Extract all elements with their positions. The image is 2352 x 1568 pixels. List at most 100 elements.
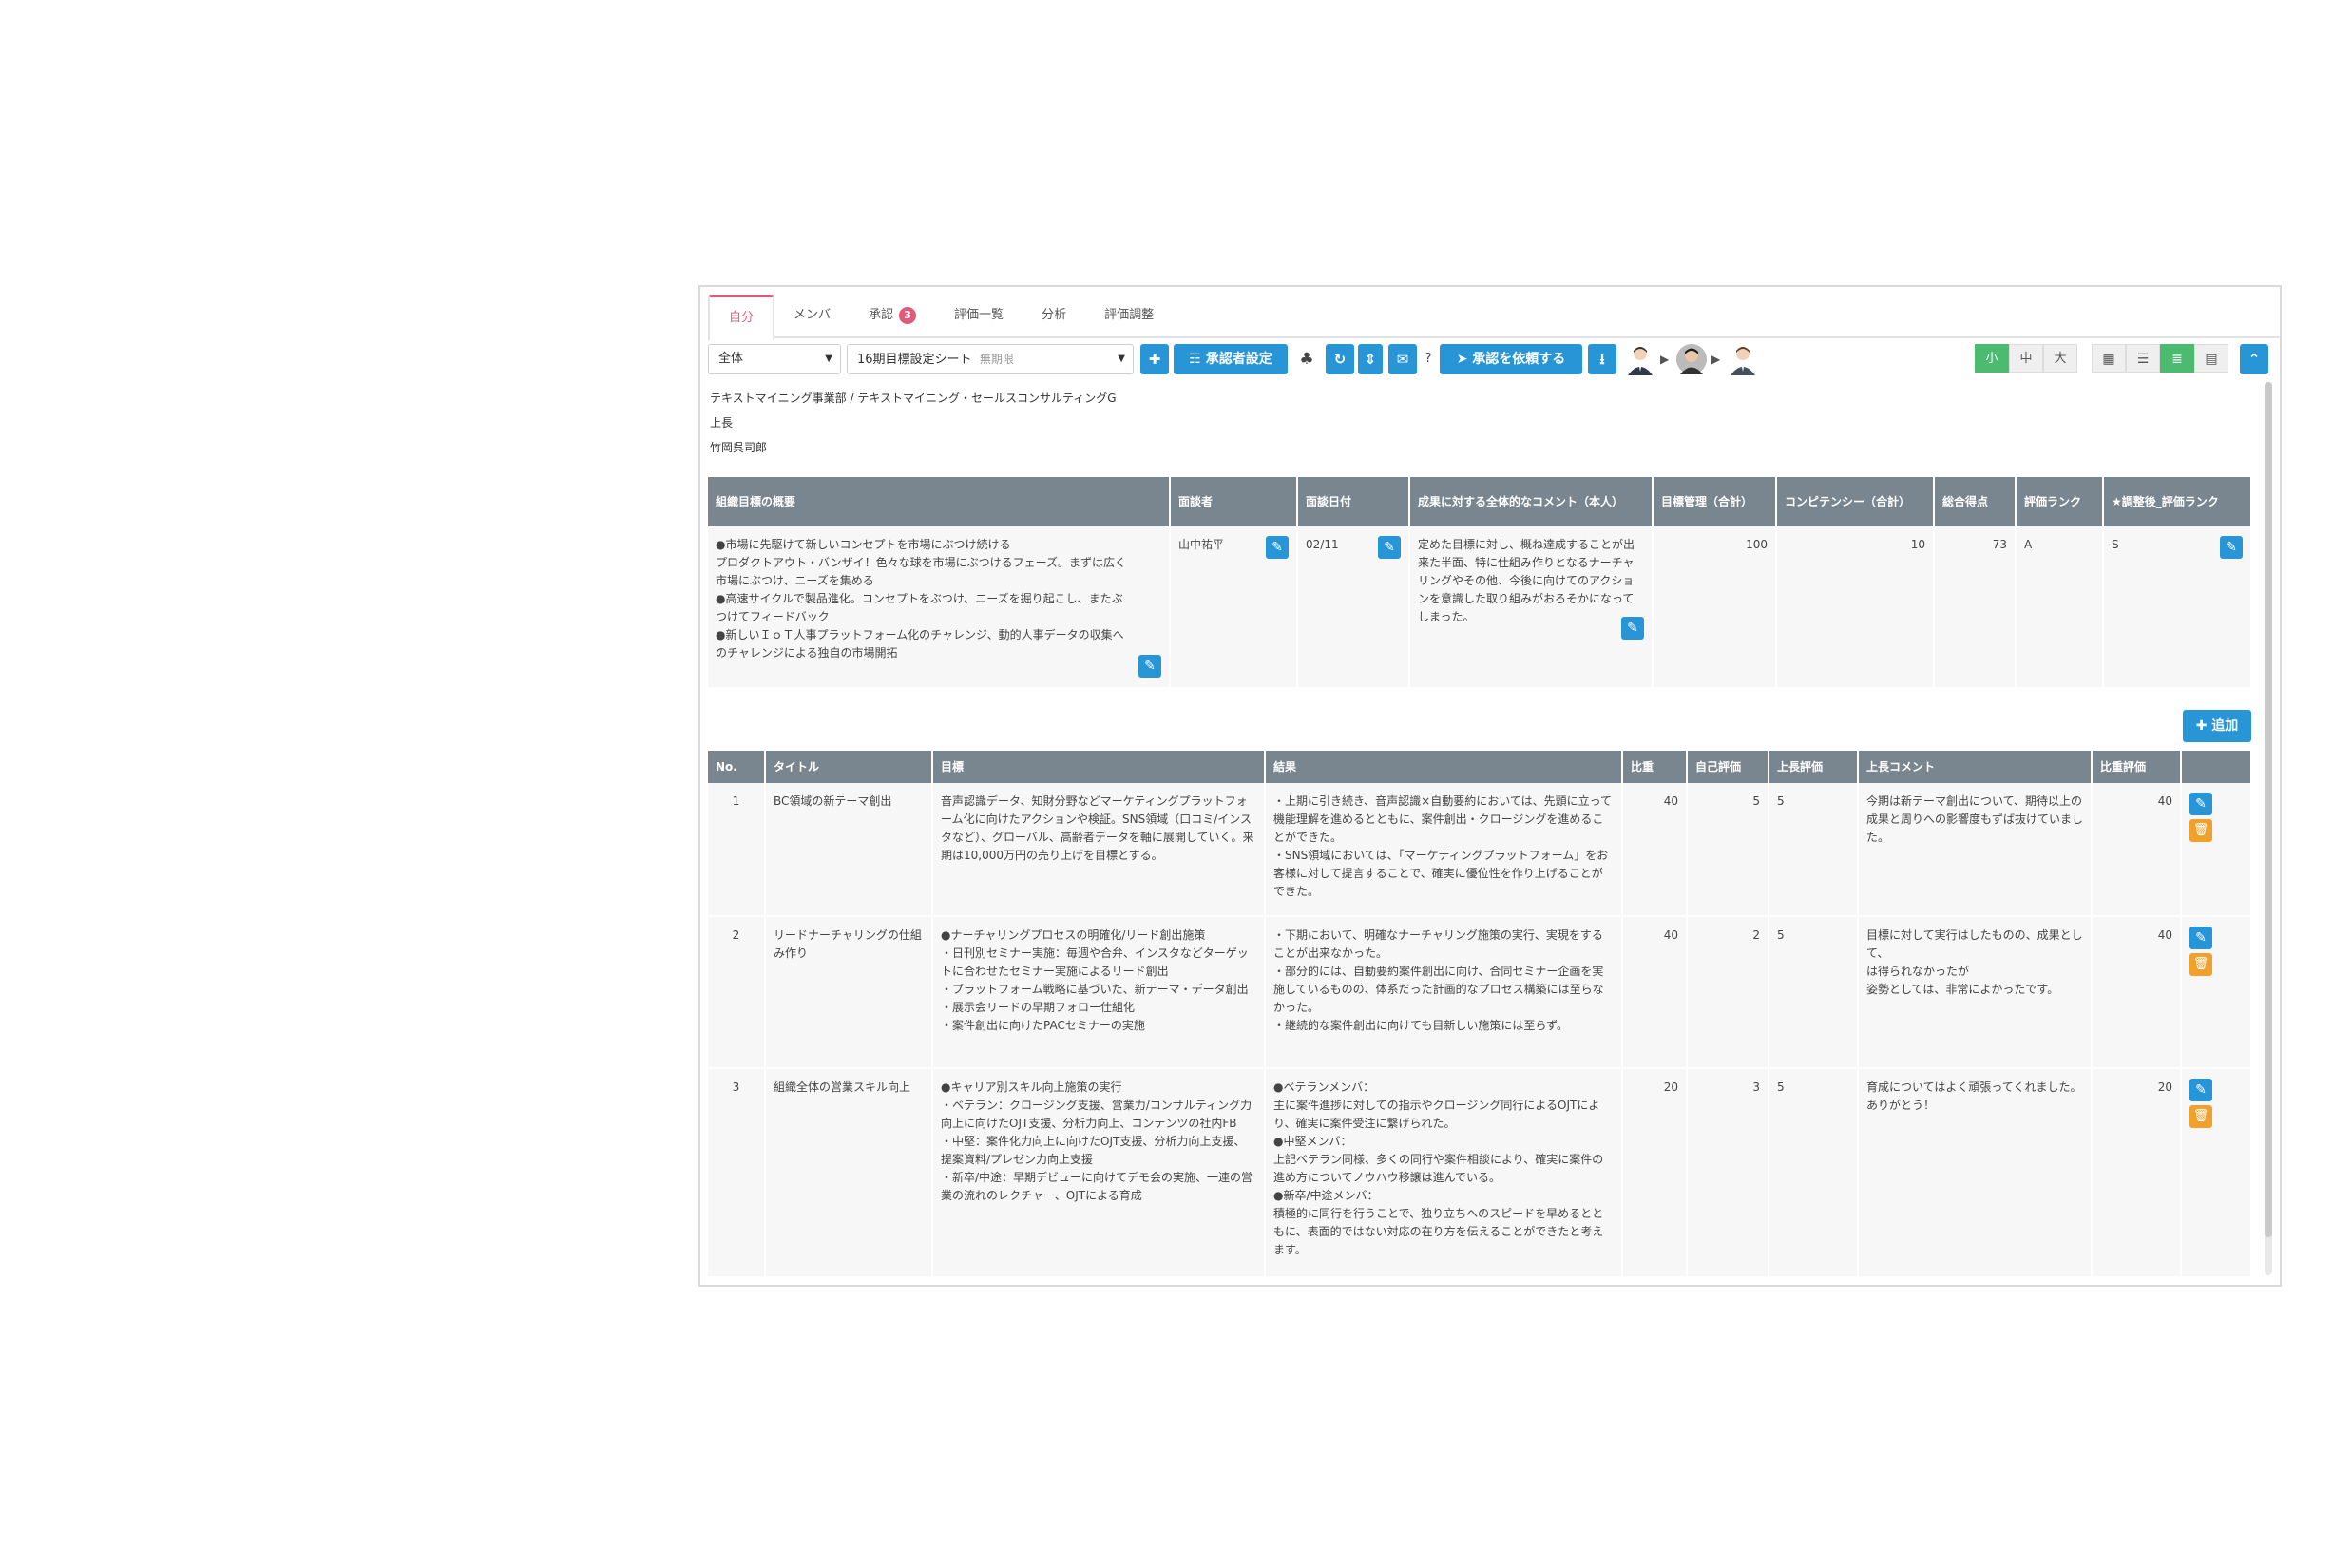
club-icon[interactable]: ♣ bbox=[1293, 344, 1320, 374]
users-icon: ☷ bbox=[1189, 352, 1201, 367]
col-result: 結果 bbox=[1265, 751, 1623, 783]
org-goal-cell: ●市場に先駆けて新しいコンセプトを市場にぶつけ続ける プロダクトアウト・バンザイ… bbox=[708, 526, 1171, 689]
mail-button[interactable]: ✉ bbox=[1388, 344, 1417, 374]
col-boss-comment: 上長コメント bbox=[1858, 751, 2093, 783]
col-goal-total: 目標管理（合計） bbox=[1653, 477, 1777, 526]
trash-icon[interactable]: 🗑 bbox=[2189, 1105, 2212, 1128]
sort-icon: ⇕ bbox=[1364, 351, 1377, 368]
compact-view-icon[interactable]: ▤ bbox=[2194, 344, 2228, 373]
summary-row: ●市場に先駆けて新しいコンセプトを市場にぶつけ続ける プロダクトアウト・バンザイ… bbox=[708, 526, 2252, 689]
summary-table: 組織目標の概要 面談者 面談日付 成果に対する全体的なコメント（本人） 目標管理… bbox=[708, 477, 2252, 689]
tab-self[interactable]: 自分 bbox=[708, 295, 775, 341]
edit-icon[interactable]: ✎ bbox=[2189, 927, 2212, 949]
download-icon: ⭳ bbox=[1599, 351, 1605, 368]
col-weight: 比重 bbox=[1622, 751, 1688, 783]
grid-view-icon[interactable]: ▦ bbox=[2092, 344, 2126, 373]
avatar-approver-2 bbox=[1731, 347, 1755, 375]
rank-cell: A bbox=[2016, 526, 2104, 689]
tab-approval[interactable]: 承認 3 bbox=[850, 295, 935, 336]
summary-header-row: 組織目標の概要 面談者 面談日付 成果に対する全体的なコメント（本人） 目標管理… bbox=[708, 477, 2252, 526]
toolbar: 全体 ▼ 16期目標設定シート 無期限 ▼ ✚ ☷ 承認者設定 ♣ ↻ ⇕ ✉ ? … bbox=[708, 340, 2276, 378]
col-goal: 目標 bbox=[932, 751, 1266, 783]
scrollbar-thumb[interactable] bbox=[2265, 382, 2272, 1237]
role-label: 上長 bbox=[710, 416, 734, 430]
size-small-toggle[interactable]: 小 bbox=[1975, 344, 2009, 373]
user-name: 竹岡呉司郎 bbox=[710, 441, 768, 454]
caret-down-icon: ▼ bbox=[825, 354, 832, 364]
tab-bar: 自分 メンバ 承認 3 評価一覧 分析 評価調整 bbox=[708, 295, 2280, 341]
interviewer-cell: 山中祐平 ✎ bbox=[1170, 526, 1298, 689]
size-medium-toggle[interactable]: 中 bbox=[2009, 344, 2043, 373]
tab-evaluation-adjust[interactable]: 評価調整 bbox=[1085, 295, 1173, 336]
row-actions: ✎ 🗑 bbox=[2181, 1068, 2252, 1278]
col-adjusted-rank: ★調整後_評価ランク bbox=[2103, 477, 2252, 526]
col-title: タイトル bbox=[765, 751, 933, 783]
plus-icon: ✚ bbox=[1148, 351, 1161, 368]
trash-icon[interactable]: 🗑 bbox=[2189, 819, 2212, 842]
goals-header-row: No. タイトル 目標 結果 比重 自己評価 上長評価 上長コメント 比重評価 bbox=[708, 751, 2252, 783]
col-total-score: 総合得点 bbox=[1934, 477, 2017, 526]
col-actions bbox=[2181, 751, 2252, 783]
chevron-right-icon: ▶ bbox=[1660, 353, 1670, 366]
col-self-eval: 自己評価 bbox=[1687, 751, 1769, 783]
col-overall-comment: 成果に対する全体的なコメント（本人） bbox=[1409, 477, 1654, 526]
goal-total-cell: 100 bbox=[1653, 526, 1777, 689]
size-large-toggle[interactable]: 大 bbox=[2043, 344, 2077, 373]
add-sheet-button[interactable]: ✚ bbox=[1140, 344, 1169, 374]
request-approval-button[interactable]: ➤ 承認を依頼する bbox=[1440, 344, 1582, 374]
trash-icon[interactable]: 🗑 bbox=[2189, 953, 2212, 976]
total-score-cell: 73 bbox=[1934, 526, 2017, 689]
caret-down-icon: ▼ bbox=[1118, 354, 1125, 364]
col-boss-eval: 上長評価 bbox=[1769, 751, 1859, 783]
plus-icon: ✚ bbox=[2195, 718, 2208, 734]
row-actions: ✎ 🗑 bbox=[2181, 916, 2252, 1069]
col-interviewer: 面談者 bbox=[1170, 477, 1298, 526]
overall-comment-cell: 定めた目標に対し、概ね達成することが出来た半面、特に仕組み作りとなるナーチャリン… bbox=[1409, 526, 1654, 689]
mail-icon: ✉ bbox=[1396, 351, 1409, 368]
chevron-up-icon: ⌃ bbox=[2247, 351, 2261, 368]
avatar-self bbox=[1628, 347, 1653, 375]
table-row: 2 リードナーチャリングの仕組み作り ●ナーチャリングプロセスの明確化/リード創… bbox=[708, 916, 2252, 1069]
tab-evaluation-list[interactable]: 評価一覧 bbox=[935, 295, 1023, 336]
department-path: テキストマイニング事業部 / テキストマイニング・セールスコンサルティングG bbox=[710, 392, 1117, 405]
edit-icon[interactable]: ✎ bbox=[1138, 655, 1161, 678]
detail-view-icon[interactable]: ≣ bbox=[2160, 344, 2194, 373]
help-icon[interactable]: ? bbox=[1421, 344, 1436, 374]
row-actions: ✎ 🗑 bbox=[2181, 783, 2252, 917]
chevron-right-icon: ▶ bbox=[1711, 353, 1721, 366]
send-icon: ➤ bbox=[1456, 352, 1468, 367]
competency-total-cell: 10 bbox=[1776, 526, 1935, 689]
approver-setting-button[interactable]: ☷ 承認者設定 bbox=[1174, 344, 1288, 374]
adjusted-rank-cell: S ✎ bbox=[2103, 526, 2252, 689]
refresh-button[interactable]: ↻ bbox=[1326, 344, 1354, 374]
add-goal-button[interactable]: ✚ 追加 bbox=[2183, 710, 2251, 742]
interview-date-cell: 02/11 ✎ bbox=[1297, 526, 1410, 689]
sort-button[interactable]: ⇕ bbox=[1358, 344, 1383, 374]
sheet-select[interactable]: 16期目標設定シート 無期限 ▼ bbox=[847, 344, 1134, 374]
col-rank: 評価ランク bbox=[2016, 477, 2104, 526]
vertical-scrollbar[interactable] bbox=[2265, 382, 2272, 1275]
table-row: 1 BC領域の新テーマ創出 音声認識データ、知財分野などマーケティングプラットフ… bbox=[708, 783, 2252, 917]
goals-table: No. タイトル 目標 結果 比重 自己評価 上長評価 上長コメント 比重評価 … bbox=[708, 751, 2252, 1278]
edit-icon[interactable]: ✎ bbox=[1621, 617, 1644, 640]
edit-icon[interactable]: ✎ bbox=[2189, 793, 2212, 815]
tab-members[interactable]: メンバ bbox=[774, 295, 850, 336]
edit-icon[interactable]: ✎ bbox=[2189, 1079, 2212, 1101]
download-button[interactable]: ⭳ bbox=[1588, 344, 1616, 374]
col-competency-total: コンピテンシー（合計） bbox=[1776, 477, 1935, 526]
collapse-button[interactable]: ⌃ bbox=[2240, 344, 2268, 374]
col-interview-date: 面談日付 bbox=[1297, 477, 1410, 526]
edit-icon[interactable]: ✎ bbox=[1266, 536, 1289, 559]
list-view-icon[interactable]: ☰ bbox=[2126, 344, 2160, 373]
col-no: No. bbox=[708, 751, 766, 783]
edit-icon[interactable]: ✎ bbox=[1378, 536, 1401, 559]
approval-count-badge: 3 bbox=[899, 307, 917, 324]
col-org-goal: 組織目標の概要 bbox=[708, 477, 1171, 526]
refresh-icon: ↻ bbox=[1333, 351, 1347, 368]
col-weighted-eval: 比重評価 bbox=[2092, 751, 2182, 783]
table-row: 3 組織全体の営業スキル向上 ●キャリア別スキル向上施策の実行 ・ベテラン：クロ… bbox=[708, 1068, 2252, 1278]
scope-select[interactable]: 全体 ▼ bbox=[708, 344, 841, 374]
avatar-approver-1 bbox=[1676, 344, 1707, 374]
edit-icon[interactable]: ✎ bbox=[2220, 536, 2243, 559]
tab-analysis[interactable]: 分析 bbox=[1023, 295, 1085, 336]
